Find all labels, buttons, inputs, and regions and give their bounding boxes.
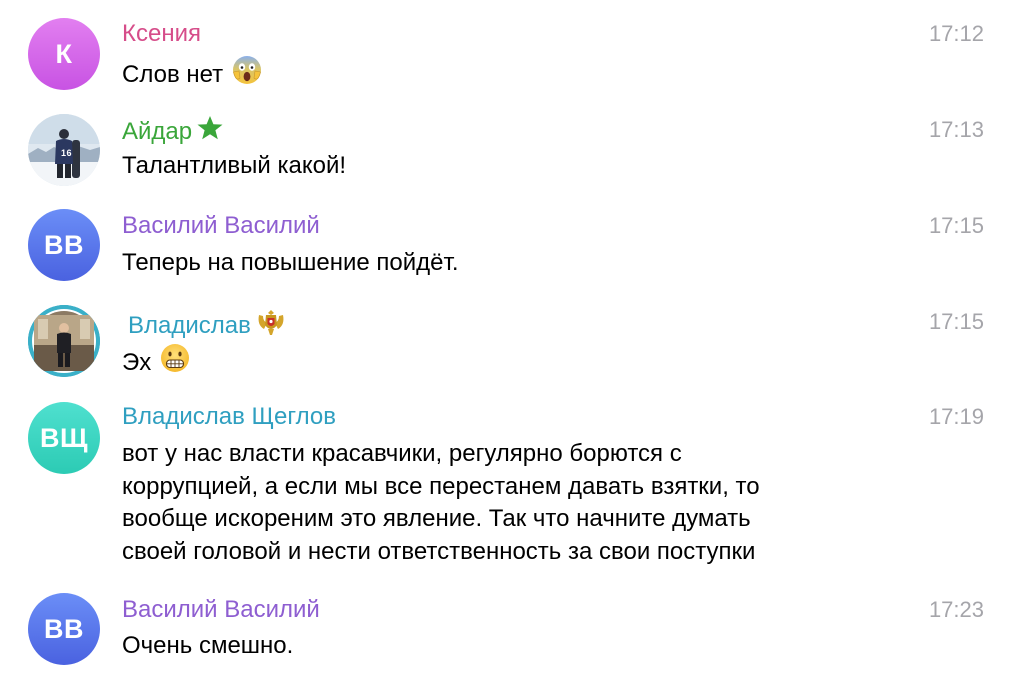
sender-name-label: Ксения bbox=[122, 20, 201, 47]
avatar[interactable]: ВВ bbox=[28, 593, 100, 665]
message-item[interactable]: Владислав 17:15 Эх bbox=[0, 292, 1024, 388]
message-time: 17:23 bbox=[928, 597, 984, 622]
avatar[interactable]: ВВ bbox=[28, 209, 100, 281]
message-text-line: вот у нас власти красавчики, регулярно б… bbox=[122, 440, 682, 467]
message-text-line: своей головой и нести ответственность за… bbox=[122, 537, 756, 565]
grimacing-face-icon bbox=[159, 342, 191, 383]
message-time: 17:15 bbox=[928, 309, 984, 334]
svg-text:16: 16 bbox=[61, 148, 72, 158]
message-text-content: Теперь на повышение пойдёт. bbox=[122, 249, 459, 276]
sender-name[interactable]: Василий Василий bbox=[122, 595, 320, 625]
message-item[interactable]: К Ксения 17:12 Слов нет bbox=[0, 0, 1024, 100]
message-text-line: вообще искореним это явление. Так что на… bbox=[122, 505, 751, 532]
message-text: Эх bbox=[122, 342, 882, 383]
message-item[interactable]: ВВ Василий Василий 17:15 Теперь на повыш… bbox=[0, 196, 1024, 292]
message-text-line: коррупцией, а если мы все перестанем дав… bbox=[122, 472, 760, 500]
message-item[interactable]: ВЩ Владислав Щеглов 17:19 вот у нас влас… bbox=[0, 388, 1024, 582]
message-text: Талантливый какой! bbox=[122, 150, 882, 182]
sender-name-label: Владислав Щеглов bbox=[122, 403, 336, 430]
message-time: 17:15 bbox=[928, 213, 984, 238]
sender-name[interactable]: Василий Василий bbox=[122, 211, 320, 241]
snowboarder-photo: 16 bbox=[28, 114, 100, 186]
message-text-content: Талантливый какой! bbox=[122, 152, 347, 179]
message-time: 17:12 bbox=[928, 21, 984, 46]
avatar[interactable]: 16 bbox=[28, 114, 100, 186]
message-time: 17:13 bbox=[928, 117, 984, 142]
message-text-content: Слов нет bbox=[122, 60, 224, 88]
coat-of-arms-icon bbox=[255, 307, 287, 345]
avatar[interactable] bbox=[28, 305, 100, 377]
sender-name-label: Василий Василий bbox=[122, 596, 320, 623]
message-text: Теперь на повышение пойдёт. bbox=[122, 247, 882, 279]
message-text: Очень смешно. bbox=[122, 630, 882, 662]
message-text-content: Эх bbox=[122, 348, 152, 376]
sender-name[interactable]: Ксения bbox=[122, 19, 201, 49]
avatar[interactable]: К bbox=[28, 18, 100, 90]
sender-name-label: Айдар bbox=[122, 118, 193, 145]
person-photo bbox=[28, 305, 100, 377]
sender-name-label: Владислав bbox=[128, 312, 251, 339]
avatar[interactable]: ВЩ bbox=[28, 402, 100, 474]
sender-name-label: Василий Василий bbox=[122, 212, 320, 239]
sender-name[interactable]: Владислав bbox=[128, 307, 287, 345]
message-text: Слов нет bbox=[122, 54, 882, 95]
sender-name[interactable]: Владислав Щеглов bbox=[122, 402, 336, 432]
message-item[interactable]: 16 Айдар 17:13 Талантливый какой! bbox=[0, 100, 1024, 196]
message-item[interactable]: ВВ Василий Василий 17:23 Очень смешно. bbox=[0, 582, 1024, 680]
message-time: 17:19 bbox=[928, 404, 984, 429]
sender-name[interactable]: Айдар bbox=[122, 115, 224, 149]
message-text-content: Очень смешно. bbox=[122, 632, 294, 659]
screaming-face-icon bbox=[231, 54, 263, 95]
green-star-icon bbox=[196, 115, 224, 149]
message-text: вот у нас власти красавчики, регулярно б… bbox=[122, 438, 882, 568]
